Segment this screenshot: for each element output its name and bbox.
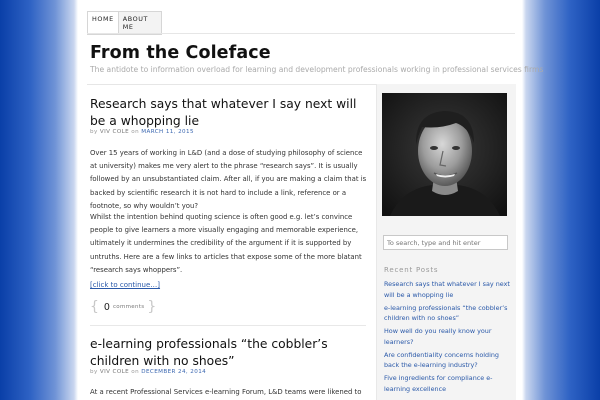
byline-by: by xyxy=(90,129,98,135)
right-brace-icon: } xyxy=(147,299,157,315)
left-brace-icon: { xyxy=(90,299,99,315)
recent-posts-heading: Recent Posts xyxy=(384,266,439,274)
post-paragraph: At a recent Professional Services e-lear… xyxy=(90,388,362,396)
post-byline: by VIV COLE on DECEMBER 24, 2014 xyxy=(90,369,206,375)
post-author[interactable]: VIV COLE xyxy=(100,369,129,375)
recent-post-link[interactable]: How well do you really know your learner… xyxy=(384,326,512,347)
top-navigation: HOME ABOUT ME xyxy=(87,11,162,35)
nav-home[interactable]: HOME xyxy=(88,12,119,34)
post-separator xyxy=(90,325,366,326)
sidebar: Recent Posts Research says that whatever… xyxy=(376,84,516,400)
byline-on: on xyxy=(131,369,140,375)
post-paragraph: Over 15 years of working in L&D (and a d… xyxy=(90,149,367,210)
recent-posts-list: Research says that whatever I say next w… xyxy=(384,279,512,397)
continue-reading-link[interactable]: [click to continue…] xyxy=(90,281,160,289)
recent-post-link[interactable]: Research says that whatever I say next w… xyxy=(384,279,512,300)
page-container: HOME ABOUT ME From the Coleface The anti… xyxy=(79,0,543,400)
post-title[interactable]: e-learning professionals “the cobbler’s … xyxy=(90,336,370,370)
nav-about-line2: ME xyxy=(122,23,134,31)
comment-count: 0 xyxy=(103,301,110,313)
nav-about-line1: ABOUT xyxy=(122,15,149,23)
nav-divider xyxy=(87,33,515,34)
byline-on: on xyxy=(131,129,140,135)
comments-link[interactable]: { 0 comments } xyxy=(90,300,156,314)
recent-post-link[interactable]: e-learning professionals “the cobbler’s … xyxy=(384,303,512,324)
post-paragraph: Whilst the intention behind quoting scie… xyxy=(90,213,362,274)
nav-about[interactable]: ABOUT ME xyxy=(119,12,161,34)
recent-post-link[interactable]: Are confidentiality concerns holding bac… xyxy=(384,350,512,371)
author-photo xyxy=(382,93,507,216)
post-date[interactable]: MARCH 11, 2015 xyxy=(141,129,194,135)
site-tagline: The antidote to information overload for… xyxy=(90,65,544,74)
post-title[interactable]: Research says that whatever I say next w… xyxy=(90,96,370,130)
post-author[interactable]: VIV COLE xyxy=(100,129,129,135)
comment-label: comments xyxy=(112,304,145,310)
byline-by: by xyxy=(90,369,98,375)
post-byline: by VIV COLE on MARCH 11, 2015 xyxy=(90,129,194,135)
search-input[interactable] xyxy=(383,235,508,250)
post-date[interactable]: DECEMBER 24, 2014 xyxy=(141,369,206,375)
recent-post-link[interactable]: Five ingredients for compliance e-learni… xyxy=(384,373,512,394)
portrait-icon xyxy=(382,93,507,216)
site-title[interactable]: From the Coleface xyxy=(90,43,271,63)
